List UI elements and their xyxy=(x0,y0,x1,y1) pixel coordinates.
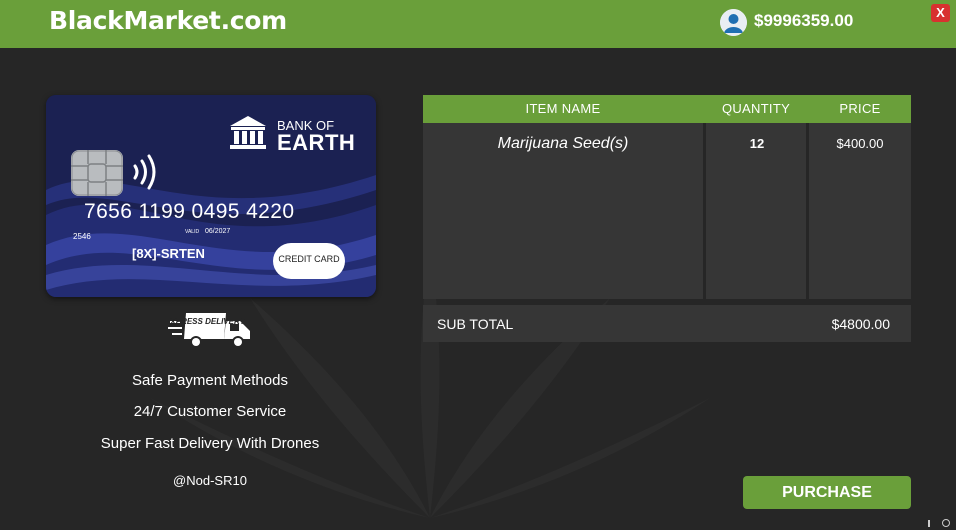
author-credit: @Nod-SR10 xyxy=(173,473,247,488)
card-valid-label: VALID xyxy=(185,229,200,235)
card-expiry: 06/2027 xyxy=(205,228,231,235)
top-bar: BlackMarket.com $9996359.00 X xyxy=(0,0,956,48)
credit-card: BANK OF EARTH 7656 1199 0495 4220 2546 V… xyxy=(46,95,376,297)
card-holder: [8X]-SRTEN xyxy=(132,246,205,261)
cart-row-item-name: Marijuana Seed(s) xyxy=(497,135,629,152)
brand-logo[interactable]: BlackMarket.com xyxy=(49,6,287,35)
column-header-quantity: QUANTITY xyxy=(721,101,791,116)
express-delivery-truck-icon: EXPRESS DELIVERY xyxy=(168,313,250,348)
subtotal-value: $4800.00 xyxy=(831,316,890,332)
cart-row-quantity: 12 xyxy=(749,136,765,151)
column-header-price: PRICE xyxy=(839,101,881,116)
user-avatar-icon[interactable] xyxy=(720,9,747,36)
cart-row-price: $400.00 xyxy=(836,136,884,151)
card-number: 7656 1199 0495 4220 xyxy=(84,200,295,223)
credit-card-label: CREDIT CARD xyxy=(278,254,340,264)
subtotal-label: SUB TOTAL xyxy=(437,316,514,332)
column-header-item: ITEM NAME xyxy=(525,101,601,116)
subtotal-bar: SUB TOTAL $4800.00 xyxy=(423,305,911,342)
window-corner-icons xyxy=(924,518,952,530)
bank-name-line2: EARTH xyxy=(277,130,356,155)
close-button[interactable]: X xyxy=(931,4,950,22)
feature-safe-payment: Safe Payment Methods xyxy=(132,372,288,389)
card-small-code: 2546 xyxy=(73,232,91,241)
delivery-text-express: EXPRESS DELIVERY xyxy=(168,317,246,326)
cart-table-header: ITEM NAME QUANTITY PRICE xyxy=(423,95,911,123)
bank-building-icon xyxy=(230,116,266,149)
chip-icon xyxy=(71,150,123,196)
contactless-icon xyxy=(133,154,156,190)
cart-table: ITEM NAME QUANTITY PRICE Marijuana Seed(… xyxy=(423,95,911,299)
feature-customer-service: 24/7 Customer Service xyxy=(133,403,287,420)
feature-drone-delivery: Super Fast Delivery With Drones xyxy=(100,435,320,452)
purchase-button[interactable]: PURCHASE xyxy=(743,476,911,509)
account-balance: $9996359.00 xyxy=(754,11,854,30)
resize-grip-icon xyxy=(928,519,950,527)
